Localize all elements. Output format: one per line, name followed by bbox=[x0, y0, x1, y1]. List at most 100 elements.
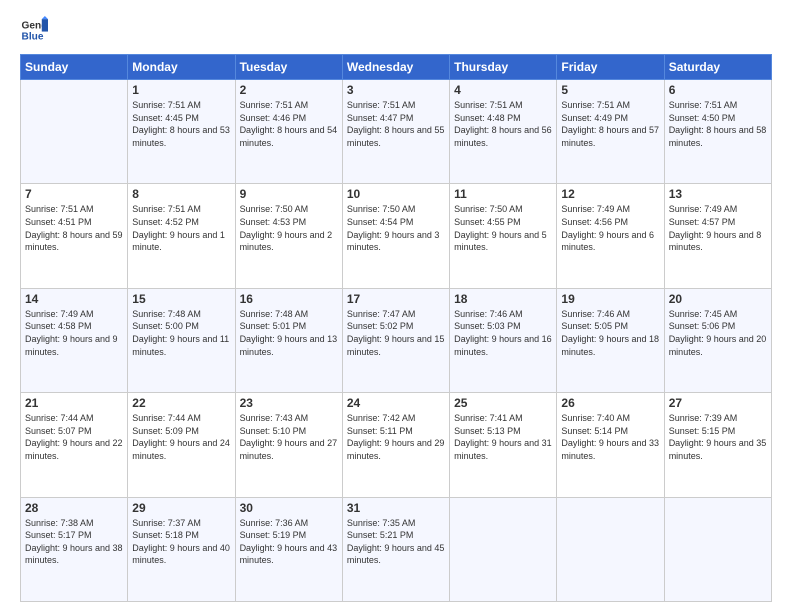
calendar-cell: 29 Sunrise: 7:37 AMSunset: 5:18 PMDayligh… bbox=[128, 497, 235, 601]
calendar-cell: 2Sunrise: 7:51 AMSunset: 4:46 PMDaylight… bbox=[235, 80, 342, 184]
header: General Blue bbox=[20, 16, 772, 44]
day-number: 22 bbox=[132, 396, 230, 410]
day-number: 25 bbox=[454, 396, 552, 410]
calendar-cell: 15 Sunrise: 7:48 AMSunset: 5:00 PMDayligh… bbox=[128, 288, 235, 392]
day-info: Sunrise: 7:47 AMSunset: 5:02 PMDaylight:… bbox=[347, 308, 445, 358]
day-info: Sunrise: 7:37 AMSunset: 5:18 PMDaylight:… bbox=[132, 517, 230, 567]
calendar-cell: 10 Sunrise: 7:50 AMSunset: 4:54 PMDayligh… bbox=[342, 184, 449, 288]
day-number: 24 bbox=[347, 396, 445, 410]
calendar-cell: 6 Sunrise: 7:51 AMSunset: 4:50 PMDaylight… bbox=[664, 80, 771, 184]
day-info: Sunrise: 7:49 AMSunset: 4:56 PMDaylight:… bbox=[561, 203, 659, 253]
weekday-header: Thursday bbox=[450, 55, 557, 80]
day-number: 2 bbox=[240, 83, 338, 97]
calendar: SundayMondayTuesdayWednesdayThursdayFrid… bbox=[20, 54, 772, 602]
day-number: 4 bbox=[454, 83, 552, 97]
calendar-week: 14Sunrise: 7:49 AMSunset: 4:58 PMDayligh… bbox=[21, 288, 772, 392]
day-number: 11 bbox=[454, 187, 552, 201]
day-number: 18 bbox=[454, 292, 552, 306]
logo-icon: General Blue bbox=[20, 16, 48, 44]
calendar-week: 28Sunrise: 7:38 AMSunset: 5:17 PMDayligh… bbox=[21, 497, 772, 601]
day-number: 1 bbox=[132, 83, 230, 97]
calendar-cell bbox=[450, 497, 557, 601]
calendar-cell: 23 Sunrise: 7:43 AMSunset: 5:10 PMDayligh… bbox=[235, 393, 342, 497]
day-info: Sunrise: 7:36 AMSunset: 5:19 PMDaylight:… bbox=[240, 517, 338, 567]
day-info: Sunrise: 7:50 AMSunset: 4:54 PMDaylight:… bbox=[347, 203, 445, 253]
calendar-cell: 19 Sunrise: 7:46 AMSunset: 5:05 PMDayligh… bbox=[557, 288, 664, 392]
weekday-header: Tuesday bbox=[235, 55, 342, 80]
day-info: Sunrise: 7:51 AMSunset: 4:52 PMDaylight:… bbox=[132, 203, 230, 253]
calendar-cell: 3 Sunrise: 7:51 AMSunset: 4:47 PMDaylight… bbox=[342, 80, 449, 184]
day-info: Sunrise: 7:50 AMSunset: 4:55 PMDaylight:… bbox=[454, 203, 552, 253]
calendar-cell: 28Sunrise: 7:38 AMSunset: 5:17 PMDayligh… bbox=[21, 497, 128, 601]
day-info: Sunrise: 7:48 AMSunset: 5:00 PMDaylight:… bbox=[132, 308, 230, 358]
day-number: 30 bbox=[240, 501, 338, 515]
day-info: Sunrise: 7:46 AMSunset: 5:05 PMDaylight:… bbox=[561, 308, 659, 358]
day-info: Sunrise: 7:38 AMSunset: 5:17 PMDaylight:… bbox=[25, 517, 123, 567]
day-info: Sunrise: 7:46 AMSunset: 5:03 PMDaylight:… bbox=[454, 308, 552, 358]
day-number: 31 bbox=[347, 501, 445, 515]
calendar-cell: 18 Sunrise: 7:46 AMSunset: 5:03 PMDayligh… bbox=[450, 288, 557, 392]
calendar-cell: 26Sunrise: 7:40 AMSunset: 5:14 PMDayligh… bbox=[557, 393, 664, 497]
day-info: Sunrise: 7:44 AMSunset: 5:09 PMDaylight:… bbox=[132, 412, 230, 462]
calendar-cell: 16Sunrise: 7:48 AMSunset: 5:01 PMDayligh… bbox=[235, 288, 342, 392]
day-number: 17 bbox=[347, 292, 445, 306]
calendar-cell: 22 Sunrise: 7:44 AMSunset: 5:09 PMDayligh… bbox=[128, 393, 235, 497]
day-number: 19 bbox=[561, 292, 659, 306]
day-number: 27 bbox=[669, 396, 767, 410]
calendar-cell: 27Sunrise: 7:39 AMSunset: 5:15 PMDayligh… bbox=[664, 393, 771, 497]
calendar-cell: 12 Sunrise: 7:49 AMSunset: 4:56 PMDayligh… bbox=[557, 184, 664, 288]
day-info: Sunrise: 7:49 AMSunset: 4:57 PMDaylight:… bbox=[669, 203, 767, 253]
header-row: SundayMondayTuesdayWednesdayThursdayFrid… bbox=[21, 55, 772, 80]
page: General Blue SundayMondayTuesdayWednesda… bbox=[0, 0, 792, 612]
day-number: 14 bbox=[25, 292, 123, 306]
day-number: 10 bbox=[347, 187, 445, 201]
calendar-week: 21Sunrise: 7:44 AMSunset: 5:07 PMDayligh… bbox=[21, 393, 772, 497]
weekday-header: Saturday bbox=[664, 55, 771, 80]
calendar-cell: 31Sunrise: 7:35 AMSunset: 5:21 PMDayligh… bbox=[342, 497, 449, 601]
calendar-cell bbox=[664, 497, 771, 601]
calendar-cell: 8Sunrise: 7:51 AMSunset: 4:52 PMDaylight… bbox=[128, 184, 235, 288]
day-info: Sunrise: 7:43 AMSunset: 5:10 PMDaylight:… bbox=[240, 412, 338, 462]
calendar-cell: 30 Sunrise: 7:36 AMSunset: 5:19 PMDayligh… bbox=[235, 497, 342, 601]
calendar-cell bbox=[21, 80, 128, 184]
logo: General Blue bbox=[20, 16, 54, 44]
day-info: Sunrise: 7:42 AMSunset: 5:11 PMDaylight:… bbox=[347, 412, 445, 462]
calendar-cell: 13Sunrise: 7:49 AMSunset: 4:57 PMDayligh… bbox=[664, 184, 771, 288]
day-info: Sunrise: 7:51 AMSunset: 4:50 PMDaylight:… bbox=[669, 99, 767, 149]
calendar-cell bbox=[557, 497, 664, 601]
calendar-week: 7 Sunrise: 7:51 AMSunset: 4:51 PMDaylight… bbox=[21, 184, 772, 288]
weekday-header: Monday bbox=[128, 55, 235, 80]
day-number: 9 bbox=[240, 187, 338, 201]
calendar-cell: 11 Sunrise: 7:50 AMSunset: 4:55 PMDayligh… bbox=[450, 184, 557, 288]
day-number: 23 bbox=[240, 396, 338, 410]
day-info: Sunrise: 7:51 AMSunset: 4:47 PMDaylight:… bbox=[347, 99, 445, 149]
day-number: 5 bbox=[561, 83, 659, 97]
day-number: 26 bbox=[561, 396, 659, 410]
calendar-cell: 7 Sunrise: 7:51 AMSunset: 4:51 PMDaylight… bbox=[21, 184, 128, 288]
calendar-week: 1Sunrise: 7:51 AMSunset: 4:45 PMDaylight… bbox=[21, 80, 772, 184]
calendar-cell: 20 Sunrise: 7:45 AMSunset: 5:06 PMDayligh… bbox=[664, 288, 771, 392]
calendar-cell: 5 Sunrise: 7:51 AMSunset: 4:49 PMDaylight… bbox=[557, 80, 664, 184]
day-number: 20 bbox=[669, 292, 767, 306]
day-info: Sunrise: 7:51 AMSunset: 4:49 PMDaylight:… bbox=[561, 99, 659, 149]
day-number: 15 bbox=[132, 292, 230, 306]
day-number: 12 bbox=[561, 187, 659, 201]
calendar-cell: 17 Sunrise: 7:47 AMSunset: 5:02 PMDayligh… bbox=[342, 288, 449, 392]
calendar-table: SundayMondayTuesdayWednesdayThursdayFrid… bbox=[20, 54, 772, 602]
day-number: 7 bbox=[25, 187, 123, 201]
calendar-header: SundayMondayTuesdayWednesdayThursdayFrid… bbox=[21, 55, 772, 80]
day-number: 6 bbox=[669, 83, 767, 97]
calendar-cell: 1Sunrise: 7:51 AMSunset: 4:45 PMDaylight… bbox=[128, 80, 235, 184]
weekday-header: Sunday bbox=[21, 55, 128, 80]
calendar-cell: 25Sunrise: 7:41 AMSunset: 5:13 PMDayligh… bbox=[450, 393, 557, 497]
calendar-cell: 24 Sunrise: 7:42 AMSunset: 5:11 PMDayligh… bbox=[342, 393, 449, 497]
day-info: Sunrise: 7:51 AMSunset: 4:51 PMDaylight:… bbox=[25, 203, 123, 253]
day-number: 3 bbox=[347, 83, 445, 97]
calendar-cell: 9Sunrise: 7:50 AMSunset: 4:53 PMDaylight… bbox=[235, 184, 342, 288]
day-info: Sunrise: 7:44 AMSunset: 5:07 PMDaylight:… bbox=[25, 412, 123, 462]
calendar-cell: 4Sunrise: 7:51 AMSunset: 4:48 PMDaylight… bbox=[450, 80, 557, 184]
calendar-cell: 14Sunrise: 7:49 AMSunset: 4:58 PMDayligh… bbox=[21, 288, 128, 392]
day-number: 29 bbox=[132, 501, 230, 515]
day-info: Sunrise: 7:45 AMSunset: 5:06 PMDaylight:… bbox=[669, 308, 767, 358]
weekday-header: Wednesday bbox=[342, 55, 449, 80]
